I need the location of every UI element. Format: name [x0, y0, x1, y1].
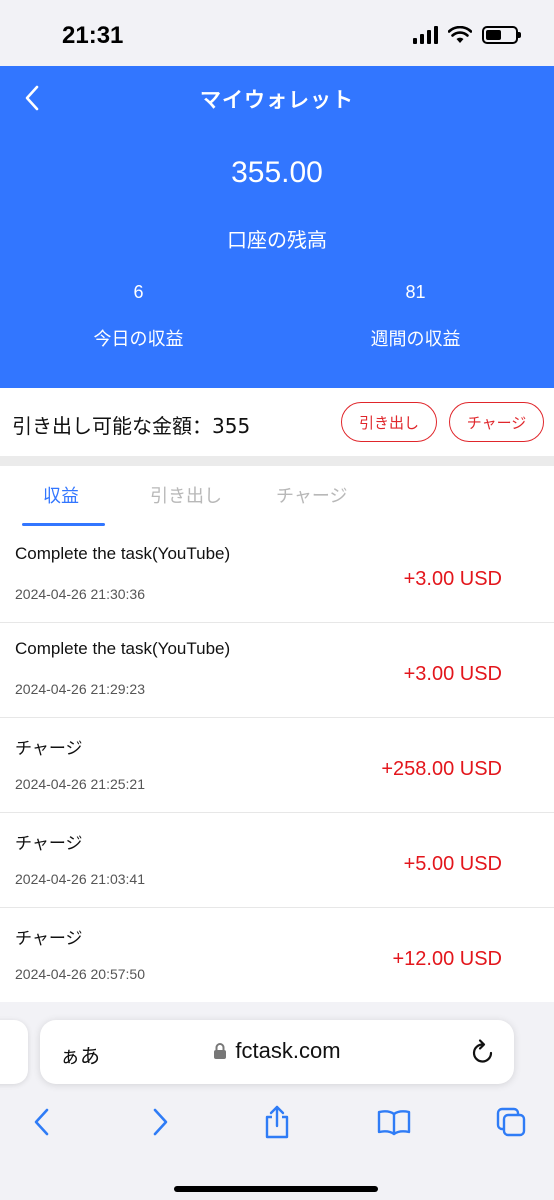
- section-divider: [0, 456, 554, 466]
- transaction-time: 2024-04-26 21:29:23: [15, 681, 145, 697]
- transaction-time: 2024-04-26 21:25:21: [15, 776, 145, 792]
- bookmarks-button[interactable]: [374, 1102, 414, 1142]
- reload-icon[interactable]: [470, 1038, 496, 1066]
- status-bar: 21:31: [0, 0, 554, 66]
- url-display[interactable]: fctask.com: [40, 1038, 514, 1064]
- page-title: マイウォレット: [200, 88, 354, 112]
- wallet-header: マイウォレット 355.00 口座の残高 6 今日の収益 81 週間の収益: [0, 66, 554, 388]
- address-bar[interactable]: ぁあ fctask.com: [40, 1020, 514, 1084]
- back-icon: [34, 1108, 49, 1136]
- transaction-time: 2024-04-26 20:57:50: [15, 966, 145, 982]
- list-item[interactable]: チャージ 2024-04-26 21:03:41 +5.00 USD: [0, 813, 554, 908]
- wifi-icon: [448, 26, 472, 43]
- transaction-amount: +5.00 USD: [403, 853, 502, 875]
- transaction-list: Complete the task(YouTube) 2024-04-26 21…: [0, 528, 554, 1003]
- transaction-time: 2024-04-26 21:03:41: [15, 871, 145, 887]
- withdrawable-amount: 引き出し可能な金額：355: [12, 414, 251, 438]
- list-item[interactable]: チャージ 2024-04-26 21:25:21 +258.00 USD: [0, 718, 554, 813]
- tab-earnings[interactable]: 収益: [43, 482, 79, 508]
- today-earnings-label: 今日の収益: [93, 329, 184, 350]
- balance-value: 355.00: [231, 156, 323, 189]
- balance-label: 口座の残高: [227, 228, 327, 252]
- browser-back-button[interactable]: [21, 1102, 61, 1142]
- withdraw-button[interactable]: 引き出し: [341, 402, 437, 442]
- share-icon: [265, 1105, 289, 1139]
- list-item[interactable]: Complete the task(YouTube) 2024-04-26 21…: [0, 623, 554, 718]
- weekly-earnings-label: 週間の収益: [370, 329, 461, 350]
- forward-icon: [153, 1108, 168, 1136]
- home-indicator: [174, 1186, 378, 1192]
- share-button[interactable]: [257, 1102, 297, 1142]
- transaction-title: チャージ: [15, 834, 83, 853]
- transaction-title: Complete the task(YouTube): [15, 544, 231, 563]
- weekly-earnings-value: 81: [405, 282, 426, 302]
- cellular-signal-icon: [413, 26, 438, 44]
- previous-tab-preview[interactable]: [0, 1020, 28, 1084]
- tabs-icon: [496, 1107, 526, 1137]
- list-item[interactable]: チャージ 2024-04-26 20:57:50 +12.00 USD: [0, 908, 554, 1003]
- today-earnings: 6 今日の収益: [0, 282, 277, 351]
- tabs-button[interactable]: [491, 1102, 531, 1142]
- tab-charges[interactable]: チャージ: [276, 482, 347, 508]
- transaction-amount: +3.00 USD: [403, 568, 502, 590]
- list-item[interactable]: Complete the task(YouTube) 2024-04-26 21…: [0, 528, 554, 623]
- transaction-amount: +12.00 USD: [392, 948, 502, 970]
- active-tab-indicator: [22, 523, 105, 526]
- transaction-title: チャージ: [15, 739, 83, 758]
- charge-button[interactable]: チャージ: [449, 402, 544, 442]
- transaction-amount: +3.00 USD: [403, 663, 502, 685]
- url-text: fctask.com: [235, 1038, 341, 1063]
- browser-bottom-bar: ぁあ fctask.com: [0, 1002, 554, 1200]
- weekly-earnings: 81 週間の収益: [277, 282, 554, 351]
- lock-icon: [214, 1043, 227, 1059]
- tab-withdrawals[interactable]: 引き出し: [150, 482, 222, 508]
- bookmarks-icon: [377, 1110, 411, 1136]
- status-time: 21:31: [62, 22, 124, 49]
- transaction-time: 2024-04-26 21:30:36: [15, 586, 145, 602]
- status-icons: [413, 26, 521, 44]
- transaction-title: チャージ: [15, 929, 83, 948]
- transaction-title: Complete the task(YouTube): [15, 639, 231, 658]
- transaction-amount: +258.00 USD: [381, 758, 502, 780]
- battery-icon: [482, 26, 521, 44]
- today-earnings-value: 6: [133, 282, 144, 302]
- browser-forward-button[interactable]: [141, 1102, 181, 1142]
- tab-bar: 収益 引き出し チャージ: [0, 466, 554, 528]
- withdrawable-row: 引き出し可能な金額：355 引き出し チャージ: [0, 388, 554, 456]
